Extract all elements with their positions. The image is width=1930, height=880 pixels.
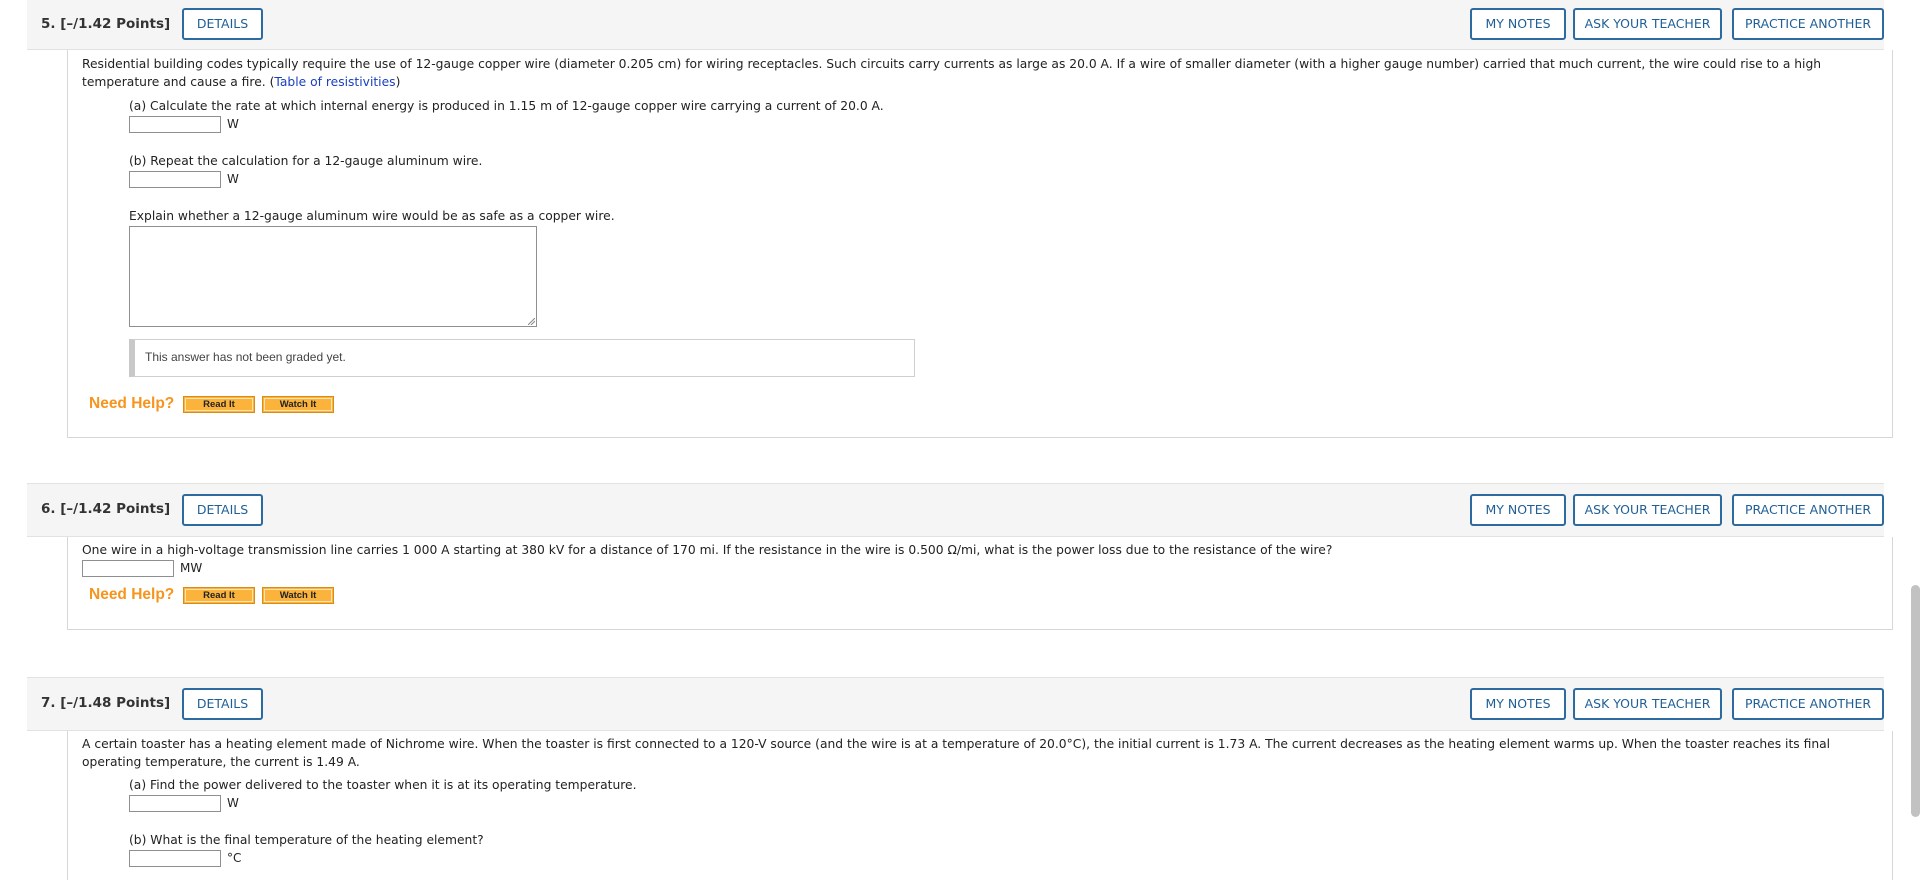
part-b-label: (b) Repeat the calculation for a 12-gaug… [129, 154, 483, 168]
prompt-close-paren: ) [395, 75, 401, 89]
question-7-title: 7. [–/1.48 Points] [41, 695, 171, 711]
practice-another-button[interactable]: PRACTICE ANOTHER [1732, 8, 1884, 40]
question-6-body: One wire in a high-voltage transmission … [67, 537, 1893, 630]
need-help-label: Need Help? [89, 586, 175, 603]
question-6-unit: MW [180, 561, 203, 575]
question-5-header: 5. [–/1.42 Points] DETAILS MY NOTES ASK … [27, 0, 1884, 50]
explain-textarea[interactable] [129, 226, 537, 327]
explain-label: Explain whether a 12-gauge aluminum wire… [129, 209, 615, 223]
scrollbar-thumb[interactable] [1911, 585, 1920, 817]
details-button[interactable]: DETAILS [182, 494, 263, 526]
part-a-label: (a) Find the power delivered to the toas… [129, 778, 637, 792]
ask-your-teacher-button[interactable]: ASK YOUR TEACHER [1573, 8, 1722, 40]
grading-status: This answer has not been graded yet. [129, 339, 915, 377]
question-5-prompt: Residential building codes typically req… [82, 55, 1872, 91]
question-6-title: 6. [–/1.42 Points] [41, 501, 171, 517]
resize-grip-icon[interactable] [528, 318, 535, 325]
resistivity-table-link[interactable]: Table of resistivities [274, 75, 395, 89]
read-it-button[interactable]: Read It [183, 587, 255, 604]
read-it-button[interactable]: Read It [183, 396, 255, 413]
question-5-body: Residential building codes typically req… [67, 50, 1893, 438]
question-6-prompt: One wire in a high-voltage transmission … [82, 543, 1333, 557]
part-a-answer-input[interactable] [129, 116, 221, 133]
need-help-label: Need Help? [89, 395, 175, 412]
part-b-unit: °C [227, 851, 242, 865]
practice-another-button[interactable]: PRACTICE ANOTHER [1732, 688, 1884, 720]
part-a-label: (a) Calculate the rate at which internal… [129, 99, 884, 113]
my-notes-button[interactable]: MY NOTES [1470, 8, 1566, 40]
part-a-unit: W [227, 117, 239, 131]
question-7-header: 7. [–/1.48 Points] DETAILS MY NOTES ASK … [27, 677, 1884, 731]
practice-another-button[interactable]: PRACTICE ANOTHER [1732, 494, 1884, 526]
question-5-title: 5. [–/1.42 Points] [41, 16, 171, 32]
ask-your-teacher-button[interactable]: ASK YOUR TEACHER [1573, 688, 1722, 720]
part-a-answer-input[interactable] [129, 795, 221, 812]
question-7-prompt: A certain toaster has a heating element … [82, 737, 1831, 769]
details-button[interactable]: DETAILS [182, 8, 263, 40]
question-6-answer-input[interactable] [82, 560, 174, 577]
my-notes-button[interactable]: MY NOTES [1470, 688, 1566, 720]
part-a-unit: W [227, 796, 239, 810]
question-7-body: A certain toaster has a heating element … [67, 731, 1893, 880]
part-b-answer-input[interactable] [129, 850, 221, 867]
part-b-answer-input[interactable] [129, 171, 221, 188]
part-b-label: (b) What is the final temperature of the… [129, 833, 484, 847]
question-6-header: 6. [–/1.42 Points] DETAILS MY NOTES ASK … [27, 483, 1884, 537]
my-notes-button[interactable]: MY NOTES [1470, 494, 1566, 526]
part-b-unit: W [227, 172, 239, 186]
watch-it-button[interactable]: Watch It [262, 396, 334, 413]
watch-it-button[interactable]: Watch It [262, 587, 334, 604]
details-button[interactable]: DETAILS [182, 688, 263, 720]
ask-your-teacher-button[interactable]: ASK YOUR TEACHER [1573, 494, 1722, 526]
